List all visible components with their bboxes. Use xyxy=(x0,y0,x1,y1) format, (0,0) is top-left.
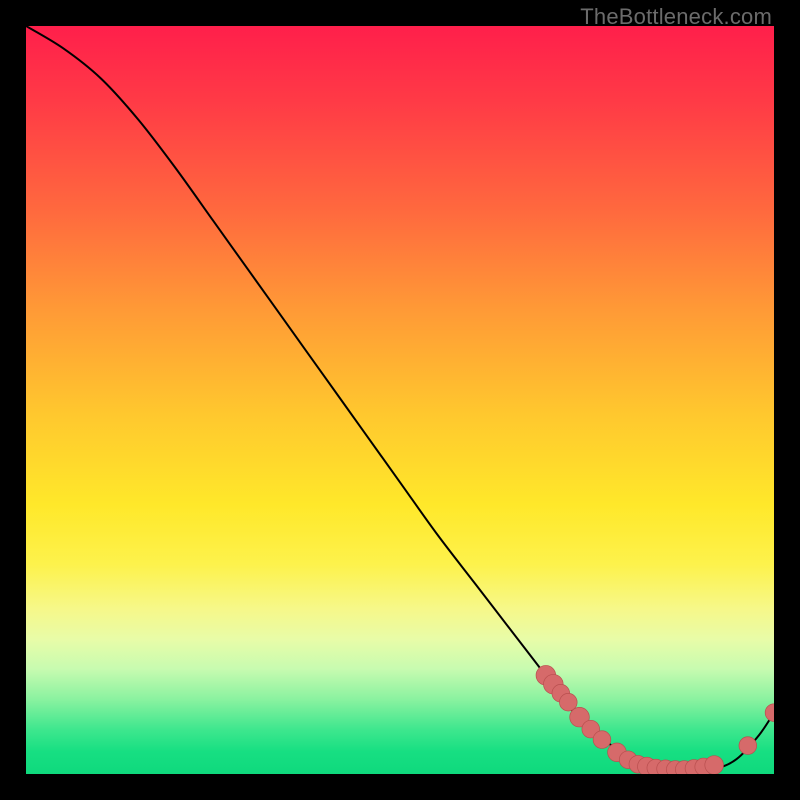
data-marker xyxy=(765,704,774,722)
curve-line xyxy=(26,26,774,770)
data-marker xyxy=(739,737,757,755)
attribution-text: TheBottleneck.com xyxy=(580,4,772,30)
data-marker xyxy=(593,731,611,749)
chart-stage: TheBottleneck.com xyxy=(0,0,800,800)
chart-svg xyxy=(26,26,774,774)
data-marker xyxy=(705,756,724,774)
plot-area xyxy=(26,26,774,774)
